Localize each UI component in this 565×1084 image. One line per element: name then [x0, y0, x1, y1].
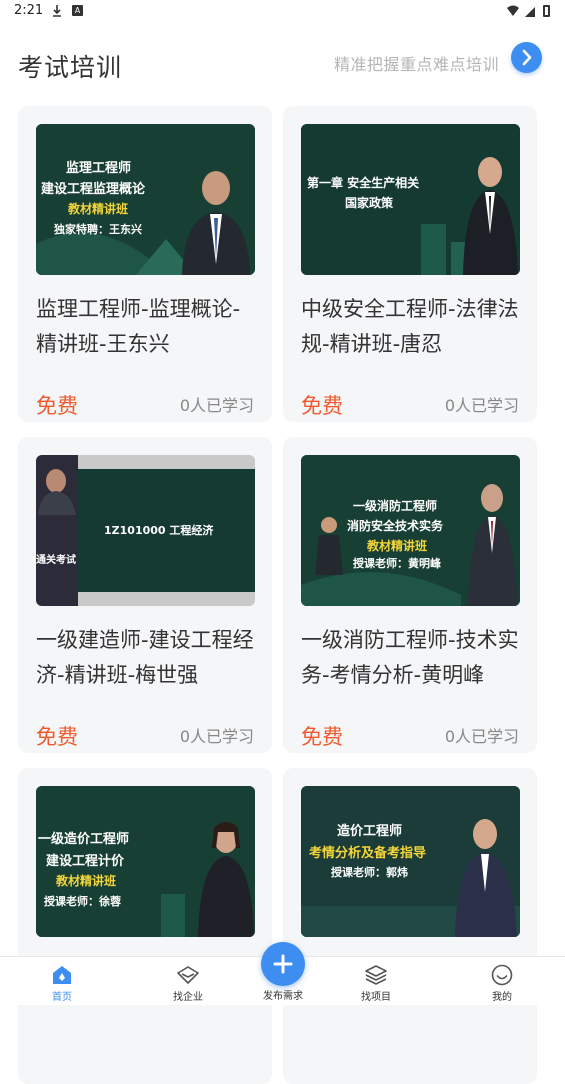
course-title: 监理工程师-监理概论-精讲班-王东兴: [36, 297, 241, 356]
thumb-line: 授课老师：黄明峰: [353, 557, 441, 570]
course-thumbnail[interactable]: 第一章 安全生产相关 国家政策: [301, 124, 520, 275]
learner-count: 0人已学习: [179, 396, 254, 415]
nav-label: 首页: [52, 992, 72, 1003]
home-icon: [53, 966, 71, 984]
thumb-line: 授课老师：徐蓉: [44, 895, 121, 908]
thumb-line: 一级消防工程师: [353, 499, 438, 513]
course-card[interactable]: 1Z101000 工程经济 通关考试 一级建造师-建设工程经济-精讲班-梅世强 …: [18, 437, 272, 753]
nav-label: 找项目: [361, 992, 391, 1003]
company-icon: [177, 966, 199, 984]
price-label: 免费: [36, 725, 78, 749]
publish-button[interactable]: [261, 942, 305, 986]
instructor-image: [468, 484, 518, 606]
course-title: 一级消防工程师-技术实务-考情分析-黄明峰: [301, 628, 519, 687]
thumb-line: 1Z101000 工程经济: [104, 524, 214, 537]
notification-icon: A: [72, 5, 83, 16]
thumb-line: 建设工程监理概论: [41, 182, 146, 197]
thumb-line: 通关考试: [36, 555, 76, 566]
instructor-image: [463, 157, 518, 275]
layers-icon: [365, 965, 387, 985]
thumb-line: 监理工程师: [66, 161, 132, 176]
course-thumbnail[interactable]: 1Z101000 工程经济 通关考试: [36, 455, 255, 606]
course-thumbnail[interactable]: 一级消防工程师 消防安全技术实务 教材精讲班 授课老师：黄明峰: [301, 455, 520, 606]
download-icon: [53, 5, 61, 17]
nav-company[interactable]: 找企业: [148, 957, 228, 1005]
course-thumbnail[interactable]: 造价工程师 考情分析及备考指导 授课老师：郭炜: [301, 786, 520, 937]
price-label: 免费: [301, 394, 343, 418]
thumb-line: 授课老师：郭炜: [331, 866, 408, 879]
course-card[interactable]: 一级造价工程师 建设工程计价 教材精讲班 授课老师：徐蓉: [18, 768, 272, 1084]
forward-button[interactable]: [511, 42, 542, 73]
instructor-image: [182, 171, 250, 275]
signal-battery-icons: [507, 5, 550, 17]
nav-label: 找企业: [173, 992, 203, 1003]
course-title: 一级建造师-建设工程经济-精讲班-梅世强: [36, 628, 254, 687]
thumb-line: 消防安全技术实务: [347, 519, 444, 533]
nav-project[interactable]: 找项目: [336, 957, 416, 1005]
instructor-image: [455, 819, 517, 937]
page-title: 考试培训: [18, 53, 123, 82]
header: 考试培训 精准把握重点难点培训: [0, 38, 565, 86]
learner-count: 0人已学习: [179, 727, 254, 746]
learner-count: 0人已学习: [444, 396, 519, 415]
thumb-line: 造价工程师: [337, 824, 403, 839]
thumb-line: 国家政策: [345, 196, 394, 210]
course-card[interactable]: 监理工程师 建设工程监理概论 教材精讲班 独家特聘：王东兴 监理工程师-监理概论…: [18, 106, 272, 422]
learner-count: 0人已学习: [444, 727, 519, 746]
instructor-image: [198, 822, 254, 937]
course-thumbnail[interactable]: 监理工程师 建设工程监理概论 教材精讲班 独家特聘：王东兴: [36, 124, 255, 275]
chevron-right-icon: [522, 49, 532, 66]
header-hint[interactable]: 精准把握重点难点培训: [334, 51, 499, 75]
price-label: 免费: [301, 725, 343, 749]
thumb-line: 独家特聘：王东兴: [54, 223, 142, 236]
nav-home[interactable]: 首页: [22, 957, 102, 1005]
nav-mine[interactable]: 我的: [462, 957, 542, 1005]
thumb-line: 第一章 安全生产相关: [307, 176, 420, 190]
profile-smile-icon: [491, 964, 513, 986]
course-title: 中级安全工程师-法律法规-精讲班-唐忍: [301, 297, 519, 356]
plus-icon: [273, 954, 293, 974]
status-time: 2:21: [14, 3, 44, 18]
thumb-line: 教材精讲班: [367, 539, 428, 553]
thumb-line: 考情分析及备考指导: [309, 846, 427, 861]
thumb-line: 教材精讲班: [68, 202, 129, 216]
course-thumbnail[interactable]: 一级造价工程师 建设工程计价 教材精讲班 授课老师：徐蓉: [36, 786, 255, 937]
thumb-line: 教材精讲班: [56, 874, 117, 888]
status-bar: 2:21 A: [0, 0, 565, 26]
publish-label[interactable]: 发布需求: [243, 987, 323, 1002]
course-card[interactable]: 第一章 安全生产相关 国家政策 中级安全工程师-法律法规-精讲班-唐忍 免费 0…: [283, 106, 537, 422]
thumb-line: 一级造价工程师: [38, 832, 130, 847]
nav-label: 我的: [492, 992, 512, 1003]
thumb-line: 建设工程计价: [46, 854, 125, 869]
price-label: 免费: [36, 394, 78, 418]
course-card[interactable]: 造价工程师 考情分析及备考指导 授课老师：郭炜: [283, 768, 537, 1084]
course-card[interactable]: 一级消防工程师 消防安全技术实务 教材精讲班 授课老师：黄明峰 一级消防工程师-…: [283, 437, 537, 753]
